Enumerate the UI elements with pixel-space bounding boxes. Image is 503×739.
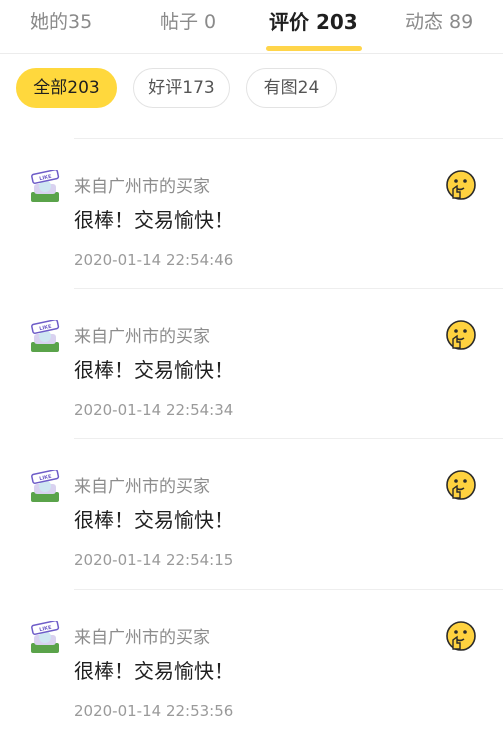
thumbs-up-emoji-icon — [446, 621, 476, 651]
review-text: 很棒！交易愉快！ — [74, 659, 234, 683]
review-timestamp: 2020-01-14 22:54:34 — [74, 401, 234, 419]
review-timestamp: 2020-01-14 22:54:15 — [74, 551, 234, 569]
avatar-like-sign-icon[interactable]: LIKE — [28, 621, 62, 655]
review-item[interactable]: LIKE 来自广州市的买家 很棒！交易愉快！ 2020-01-14 22:54:… — [0, 288, 503, 438]
avatar-like-sign-icon[interactable]: LIKE — [28, 470, 62, 504]
review-item[interactable]: LIKE 来自广州市的买家 很棒！交易愉快！ 2020-01-14 22:54:… — [0, 138, 503, 288]
buyer-location: 来自广州市的买家 — [74, 477, 210, 497]
buyer-location: 来自广州市的买家 — [74, 327, 210, 347]
active-tab-indicator — [266, 46, 362, 51]
avatar-like-sign-icon[interactable]: LIKE — [28, 170, 62, 204]
review-text: 很棒！交易愉快！ — [74, 358, 234, 382]
review-timestamp: 2020-01-14 22:54:46 — [74, 251, 234, 269]
review-text: 很棒！交易愉快！ — [74, 208, 234, 232]
thumbs-up-emoji-icon — [446, 470, 476, 500]
review-text: 很棒！交易愉快！ — [74, 508, 234, 532]
tab-her-items[interactable]: 她的35 — [30, 6, 92, 38]
review-filter-bar: 全部203 好评173 有图24 — [0, 66, 503, 110]
thumbs-up-emoji-icon — [446, 170, 476, 200]
review-item[interactable]: LIKE 来自广州市的买家 很棒！交易愉快！ 2020-01-14 22:53:… — [0, 589, 503, 739]
avatar-like-sign-icon[interactable]: LIKE — [28, 320, 62, 354]
tab-reviews[interactable]: 评价 203 — [269, 6, 358, 38]
tab-activity[interactable]: 动态 89 — [405, 6, 473, 38]
review-item[interactable]: LIKE 来自广州市的买家 很棒！交易愉快！ 2020-01-14 22:54:… — [0, 438, 503, 588]
filter-positive[interactable]: 好评173 — [133, 68, 230, 108]
tab-bar: 她的35 帖子 0 评价 203 动态 89 — [0, 0, 503, 54]
filter-all[interactable]: 全部203 — [16, 68, 117, 108]
thumbs-up-emoji-icon — [446, 320, 476, 350]
review-timestamp: 2020-01-14 22:53:56 — [74, 702, 234, 720]
filter-with-photos[interactable]: 有图24 — [246, 68, 337, 108]
buyer-location: 来自广州市的买家 — [74, 177, 210, 197]
tab-posts[interactable]: 帖子 0 — [160, 6, 216, 38]
buyer-location: 来自广州市的买家 — [74, 628, 210, 648]
